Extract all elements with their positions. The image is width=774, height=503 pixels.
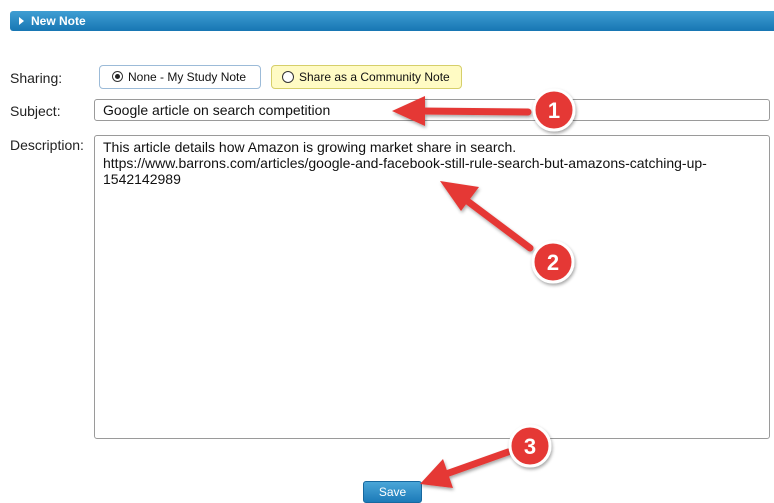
save-button[interactable]: Save — [363, 481, 422, 503]
header-title: New Note — [31, 14, 86, 28]
arrow-3 — [420, 448, 512, 488]
sharing-option-community-label: Share as a Community Note — [299, 70, 450, 84]
description-label: Description: — [10, 137, 84, 153]
expand-arrow-icon — [19, 17, 24, 25]
subject-input[interactable]: Google article on search competition — [94, 99, 770, 121]
new-note-header[interactable]: New Note — [10, 11, 774, 31]
sharing-option-community[interactable]: Share as a Community Note — [271, 65, 462, 89]
sharing-option-none-label: None - My Study Note — [128, 70, 247, 84]
description-textarea[interactable]: This article details how Amazon is growi… — [94, 135, 770, 439]
sharing-label: Sharing: — [10, 70, 63, 86]
radio-selected-icon[interactable] — [112, 71, 123, 82]
sharing-option-none[interactable]: None - My Study Note — [99, 65, 261, 89]
radio-unselected-icon[interactable] — [282, 71, 294, 83]
subject-label: Subject: — [10, 103, 61, 119]
